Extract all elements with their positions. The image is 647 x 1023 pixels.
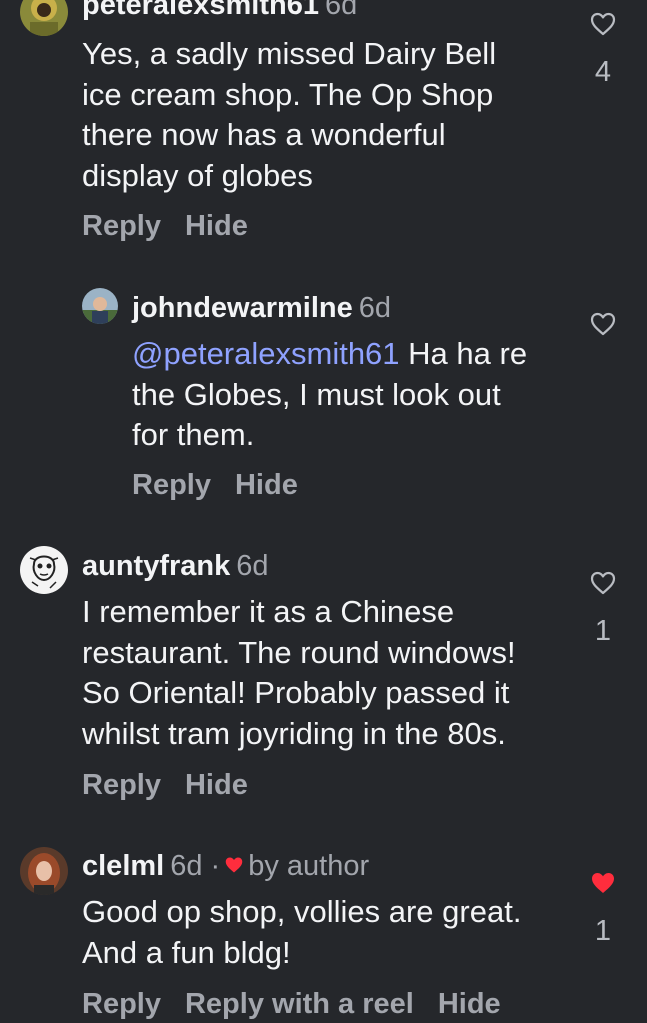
like-count: 4 [594,56,612,88]
avatar[interactable] [20,546,68,594]
hide-button[interactable]: Hide [438,988,501,1020]
comment-item: peteralexsmith61 6d Yes, a sadly missed D… [0,0,647,250]
comment-header: peteralexsmith61 6d [82,0,357,22]
comment-text: I remember it as a Chinese restaurant. T… [82,594,516,751]
reply-button[interactable]: Reply [132,469,211,501]
like-count: 1 [594,915,612,947]
timestamp: 6d [358,292,392,324]
timestamp: 6d [236,550,269,582]
avatar[interactable] [82,288,118,324]
comment-header: clelml 6d · by author [82,849,369,883]
comment-actions: Reply Hide [82,209,272,243]
comment-item: auntyfrank 6d I remember it as a Chinese … [0,530,647,820]
avatar[interactable] [20,847,68,895]
comment-item: clelml 6d · by author Good op shop, vollie… [0,830,647,1023]
comment-item: johndewarmilne 6d @peteralexsmith61 Ha ha… [0,270,647,520]
timestamp: 6d [170,850,203,882]
hide-button[interactable]: Hide [185,769,248,801]
comment-actions: Reply Reply with a reel Hide [82,987,525,1021]
comment-header: auntyfrank 6d [82,549,269,583]
mention-link[interactable]: @peteralexsmith61 [132,336,400,371]
reply-button[interactable]: Reply [82,769,161,801]
hide-button[interactable]: Hide [185,210,248,242]
heart-outline-icon[interactable] [590,571,616,595]
hide-button[interactable]: Hide [235,469,298,501]
heart-filled-icon[interactable] [590,871,616,895]
like-count: 1 [594,615,612,647]
username[interactable]: johndewarmilne [132,292,353,324]
reply-button[interactable]: Reply [82,988,161,1020]
heart-outline-icon[interactable] [590,12,616,36]
comment-actions: Reply Hide [82,768,272,802]
username[interactable]: clelml [82,850,164,882]
author-badge: by author [248,850,370,882]
comment-actions: Reply Hide [132,468,322,502]
reply-button[interactable]: Reply [82,210,161,242]
username[interactable]: peteralexsmith61 [82,0,319,21]
separator-dot: · [210,850,221,882]
comment-text: Good op shop, vollies are great. And a f… [82,894,522,970]
heart-outline-icon[interactable] [590,312,616,336]
heart-filled-icon [225,857,243,873]
timestamp: 6d [324,0,358,21]
username[interactable]: auntyfrank [82,550,230,582]
reply-with-reel-button[interactable]: Reply with a reel [185,988,414,1020]
comment-text: Yes, a sadly missed Dairy Bell ice cream… [82,36,497,193]
comment-header: johndewarmilne 6d [132,291,391,325]
avatar[interactable] [20,0,68,36]
comment-text: @peteralexsmith61 Ha ha re the Globes, I… [132,334,562,456]
